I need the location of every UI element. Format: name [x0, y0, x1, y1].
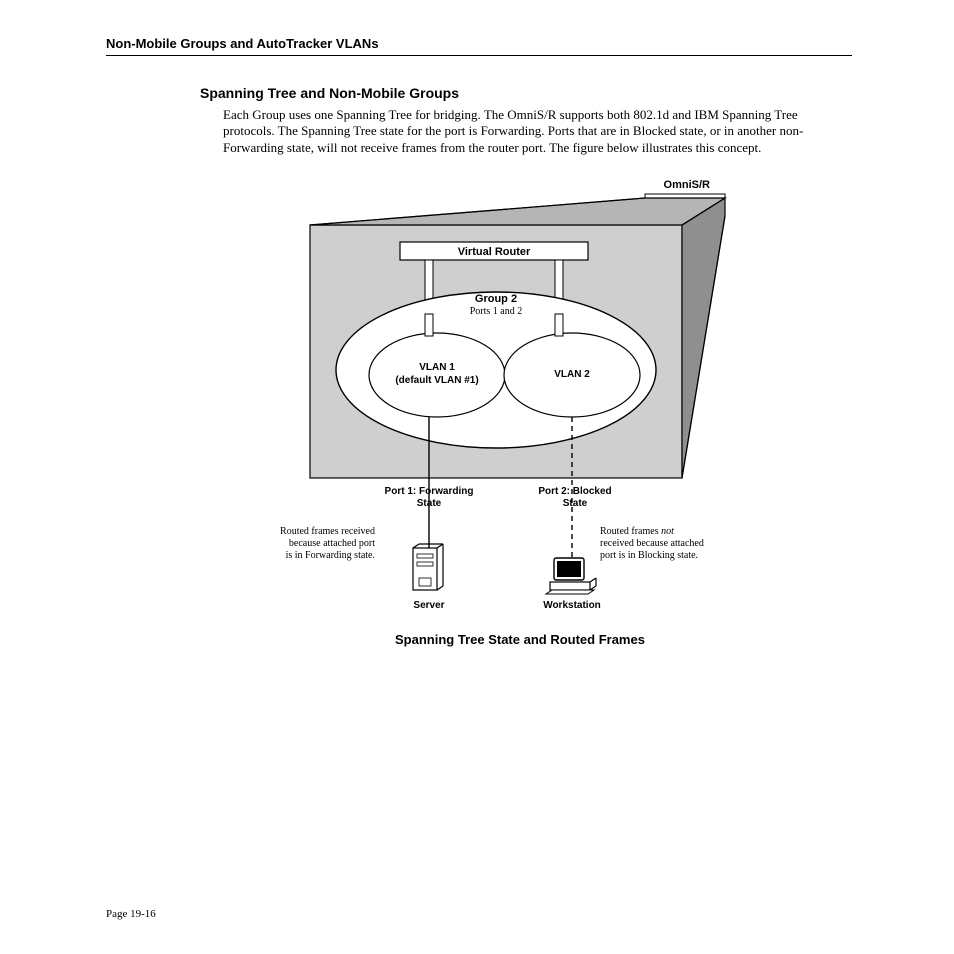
vlan2-label: VLAN 2 [554, 369, 590, 380]
page-number: Page 19-16 [106, 908, 156, 920]
right-note-l2: received because attached [600, 538, 704, 549]
group-subtitle: Ports 1 and 2 [470, 306, 523, 317]
workstation-icon [546, 558, 596, 594]
server-icon [413, 544, 443, 590]
left-note-l3: is in Forwarding state. [286, 550, 375, 561]
figure-caption: Spanning Tree State and Routed Frames [200, 632, 840, 647]
virtual-router-label: Virtual Router [458, 246, 531, 258]
port2-label-2: State [563, 498, 588, 509]
right-note-l1: Routed frames not [600, 526, 674, 537]
vlan1-label: VLAN 1 [419, 362, 455, 373]
omnisr-label: OmniS/R [664, 180, 711, 191]
right-note-l3: port is in Blocking state. [600, 550, 698, 561]
group-title: Group 2 [475, 293, 517, 305]
body-paragraph: Each Group uses one Spanning Tree for br… [223, 107, 843, 156]
workstation-label: Workstation [543, 600, 601, 611]
left-note-l1: Routed frames received [280, 526, 375, 537]
port2-label-1: Port 2: Blocked [538, 486, 611, 497]
left-note-l2: because attached port [289, 538, 375, 549]
running-head: Non-Mobile Groups and AutoTracker VLANs [106, 36, 852, 56]
port1-label-1: Port 1: Forwarding [385, 486, 474, 497]
diagram-figure: OmniS/R Virtual [200, 180, 840, 640]
port1-label-2: State [417, 498, 442, 509]
vlan1-sublabel: (default VLAN #1) [395, 375, 478, 386]
section-title: Spanning Tree and Non-Mobile Groups [200, 85, 459, 101]
server-label: Server [413, 600, 444, 611]
